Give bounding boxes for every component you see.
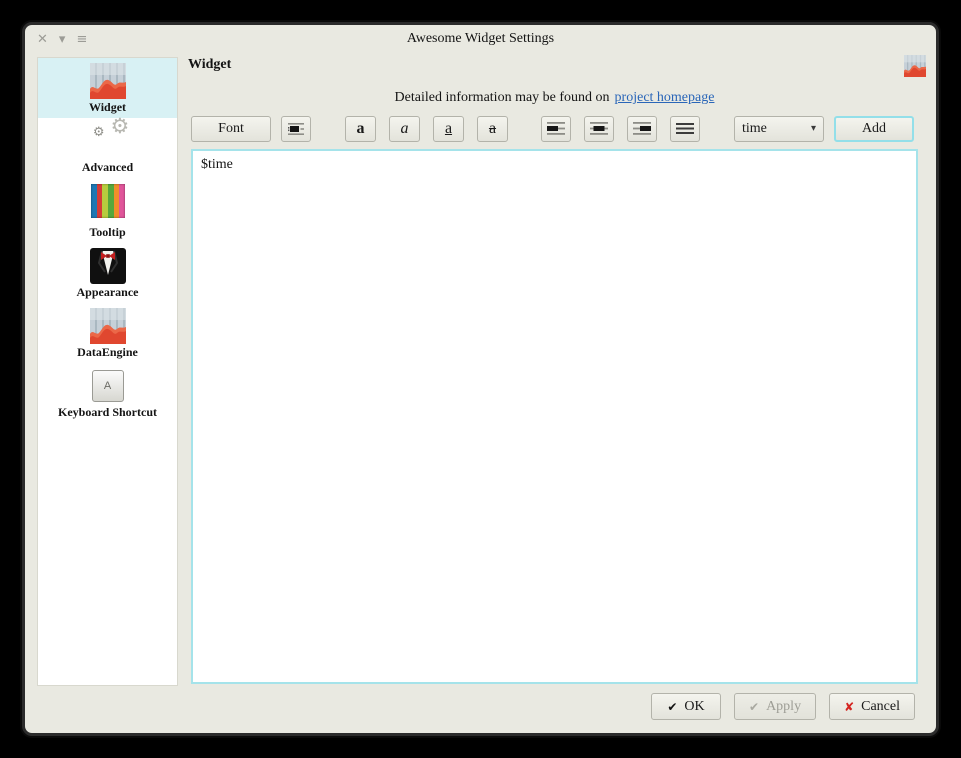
sidebar-item-label: Keyboard Shortcut <box>38 406 177 419</box>
shade-icon[interactable]: ▾ <box>59 33 66 46</box>
area-chart-icon <box>90 308 126 344</box>
sidebar-item-widget[interactable]: Widget <box>38 58 177 118</box>
cancel-label: Cancel <box>861 699 900 715</box>
sidebar-item-appearance[interactable]: Appearance <box>38 243 177 303</box>
info-line: Detailed information may be found on proj… <box>191 90 918 107</box>
window-controls: ✕ ▾ ≡ <box>37 25 87 53</box>
page-title: Widget <box>188 57 231 73</box>
gears-icon: ⚙⚙ <box>90 123 126 159</box>
sidebar-item-label: Widget <box>38 101 177 114</box>
align-left-button[interactable] <box>541 116 571 142</box>
check-icon: ✔ <box>749 701 759 713</box>
sidebar-item-keyboard-shortcut[interactable]: A Keyboard Shortcut <box>38 363 177 423</box>
font-button[interactable]: Font <box>191 116 271 142</box>
info-text: Detailed information may be found on <box>395 90 610 105</box>
close-icon[interactable]: ✕ <box>37 33 48 46</box>
format-toolbar: Font a a a a <box>191 115 918 142</box>
underline-button[interactable]: a <box>433 116 464 142</box>
cross-icon: ✘ <box>844 701 854 713</box>
strikethrough-button[interactable]: a <box>477 116 508 142</box>
tag-dropdown-value: time <box>742 121 811 137</box>
sidebar-item-tooltip[interactable]: Tooltip <box>38 178 177 243</box>
color-stripes-icon <box>90 183 126 219</box>
align-center-button[interactable] <box>584 116 614 142</box>
sidebar-item-label: Tooltip <box>38 226 177 239</box>
ok-label: OK <box>684 699 704 715</box>
font-color-icon <box>288 122 304 136</box>
sidebar-item-advanced[interactable]: ⚙⚙ Advanced <box>38 118 177 178</box>
align-justify-button[interactable] <box>670 116 700 142</box>
align-right-icon <box>633 122 651 135</box>
ok-button[interactable]: ✔ OK <box>651 693 721 720</box>
keycap-icon: A <box>90 368 126 404</box>
sidebar-item-label: DataEngine <box>38 346 177 359</box>
project-homepage-link[interactable]: project homepage <box>615 90 715 105</box>
sidebar-item-dataengine[interactable]: DataEngine <box>38 303 177 363</box>
font-color-button[interactable] <box>281 116 311 142</box>
italic-button[interactable]: a <box>389 116 420 142</box>
sidebar-item-label: Advanced <box>38 161 177 174</box>
titlebar: ✕ ▾ ≡ Awesome Widget Settings <box>25 25 936 53</box>
align-center-icon <box>590 122 608 135</box>
check-icon: ✔ <box>667 701 677 713</box>
align-left-icon <box>547 122 565 135</box>
category-sidebar: Widget ⚙⚙ Advanced Tooltip Appearance Da… <box>37 57 178 686</box>
sidebar-item-label: Appearance <box>38 286 177 299</box>
chevron-down-icon: ▾ <box>811 123 816 134</box>
settings-dialog: ✕ ▾ ≡ Awesome Widget Settings Widget ⚙⚙ … <box>22 22 939 736</box>
cancel-button[interactable]: ✘ Cancel <box>829 693 915 720</box>
format-editor[interactable]: $time <box>191 149 918 684</box>
dialog-buttons: ✔ OK ✔ Apply ✘ Cancel <box>651 693 915 720</box>
bold-button[interactable]: a <box>345 116 376 142</box>
widget-mini-icon <box>904 55 926 77</box>
widget-settings-pane: Widget Detailed information may be found… <box>191 57 918 684</box>
area-chart-icon <box>90 63 126 99</box>
align-justify-icon <box>676 122 694 135</box>
add-tag-button[interactable]: Add <box>834 116 914 142</box>
window-title: Awesome Widget Settings <box>25 25 936 53</box>
apply-button[interactable]: ✔ Apply <box>734 693 816 720</box>
align-right-button[interactable] <box>627 116 657 142</box>
tag-dropdown[interactable]: time ▾ <box>734 116 824 142</box>
apply-label: Apply <box>766 699 801 715</box>
window-menu-icon[interactable]: ≡ <box>76 33 87 46</box>
tuxedo-icon <box>90 248 126 284</box>
